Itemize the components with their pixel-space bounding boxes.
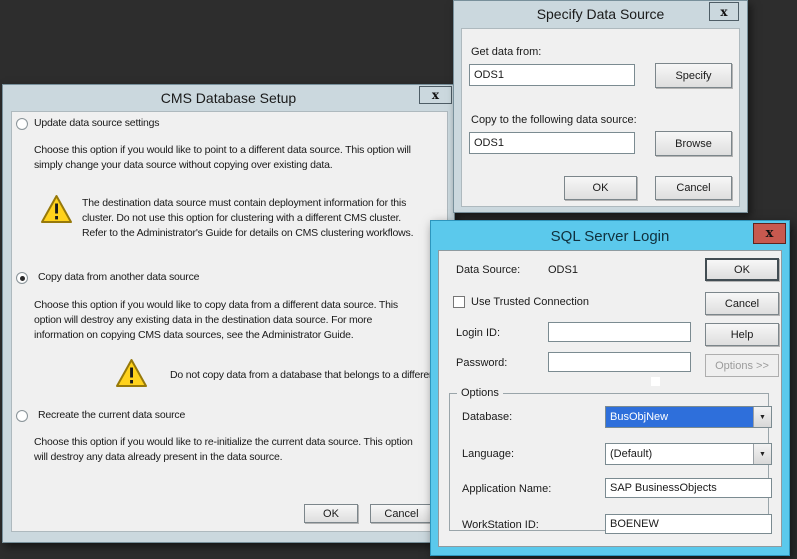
password-label: Password: <box>456 357 508 369</box>
specify-data-source-dialog: Specify Data Source x Get data from: Spe… <box>453 0 748 213</box>
radio-copy-label: Copy data from another data source <box>38 271 200 283</box>
language-dropdown[interactable]: (Default) ▼ <box>605 443 772 465</box>
sql-close-button[interactable]: x <box>753 223 786 244</box>
warning-icon <box>116 359 147 387</box>
cms-database-setup-dialog: CMS Database Setup x Update data source … <box>2 84 455 543</box>
radio-recreate-data-source[interactable] <box>16 410 28 422</box>
specify-button[interactable]: Specify <box>655 63 732 88</box>
cms-cancel-button[interactable]: Cancel <box>370 504 433 523</box>
sql-dialog-body: Data Source: ODS1 OK Use Trusted Connect… <box>438 250 782 547</box>
radio-recreate-label: Recreate the current data source <box>38 409 186 421</box>
help-button[interactable]: Help <box>705 323 779 346</box>
specify-dialog-title: Specify Data Source <box>536 6 665 22</box>
use-trusted-connection-label: Use Trusted Connection <box>471 296 590 308</box>
options-group-label: Options <box>457 387 503 399</box>
copy-option-warning: Do not copy data from a database that be… <box>170 369 448 381</box>
radio-update-label: Update data source settings <box>34 117 160 129</box>
copy-to-label: Copy to the following data source: <box>471 114 637 126</box>
specify-ok-button[interactable]: OK <box>564 176 637 200</box>
data-source-value: ODS1 <box>548 264 578 276</box>
recreate-option-description: Choose this option if you would like to … <box>34 436 413 463</box>
database-value: BusObjNew <box>606 407 753 427</box>
radio-copy-data-source[interactable] <box>16 272 28 284</box>
close-icon: x <box>431 88 440 102</box>
copy-option-description: Choose this option if you would like to … <box>34 299 398 341</box>
application-name-input[interactable] <box>605 478 772 498</box>
radio-update-data-source[interactable] <box>16 118 28 130</box>
language-label: Language: <box>462 448 514 460</box>
data-source-label: Data Source: <box>456 264 521 276</box>
sql-dialog-title: SQL Server Login <box>550 228 670 245</box>
cms-dialog-body: Update data source settings Choose this … <box>11 111 448 532</box>
database-dropdown[interactable]: BusObjNew ▼ <box>605 406 772 428</box>
desktop-background: CMS Database Setup x Update data source … <box>0 0 797 559</box>
update-option-description: Choose this option if you would like to … <box>34 144 411 171</box>
password-input[interactable] <box>548 352 691 372</box>
application-name-label: Application Name: <box>462 483 552 495</box>
login-id-label: Login ID: <box>456 327 501 339</box>
copy-to-input[interactable] <box>469 132 635 154</box>
specify-cancel-button[interactable]: Cancel <box>655 176 732 200</box>
close-icon: x <box>720 4 728 19</box>
close-icon: x <box>765 226 774 241</box>
get-data-from-label: Get data from: <box>471 46 542 58</box>
workstation-id-label: WorkStation ID: <box>462 519 539 531</box>
specify-close-button[interactable]: x <box>709 2 739 21</box>
cms-close-button[interactable]: x <box>419 86 452 104</box>
use-trusted-connection-checkbox[interactable] <box>453 296 465 308</box>
workstation-id-input[interactable] <box>605 514 772 534</box>
cms-ok-button[interactable]: OK <box>304 504 358 523</box>
get-data-from-input[interactable] <box>469 64 635 86</box>
sql-ok-button[interactable]: OK <box>705 258 779 281</box>
specify-dialog-body: Get data from: Specify Copy to the follo… <box>461 28 740 207</box>
chevron-down-icon[interactable]: ▼ <box>753 444 771 464</box>
warning-icon <box>41 195 72 223</box>
login-id-input[interactable] <box>548 322 691 342</box>
options-groupbox: Options Database: BusObjNew ▼ Language: … <box>449 387 772 534</box>
white-dot-artifact <box>651 377 660 386</box>
sql-cancel-button[interactable]: Cancel <box>705 292 779 315</box>
language-value: (Default) <box>610 448 653 460</box>
chevron-down-icon[interactable]: ▼ <box>753 407 771 427</box>
database-label: Database: <box>462 411 513 423</box>
update-option-warning: The destination data source must contain… <box>82 197 414 239</box>
options-expand-button[interactable]: Options >> <box>705 354 779 377</box>
browse-button[interactable]: Browse <box>655 131 732 156</box>
cms-dialog-title: CMS Database Setup <box>160 90 297 106</box>
sql-server-login-dialog: SQL Server Login x Data Source: ODS1 OK … <box>430 220 790 556</box>
